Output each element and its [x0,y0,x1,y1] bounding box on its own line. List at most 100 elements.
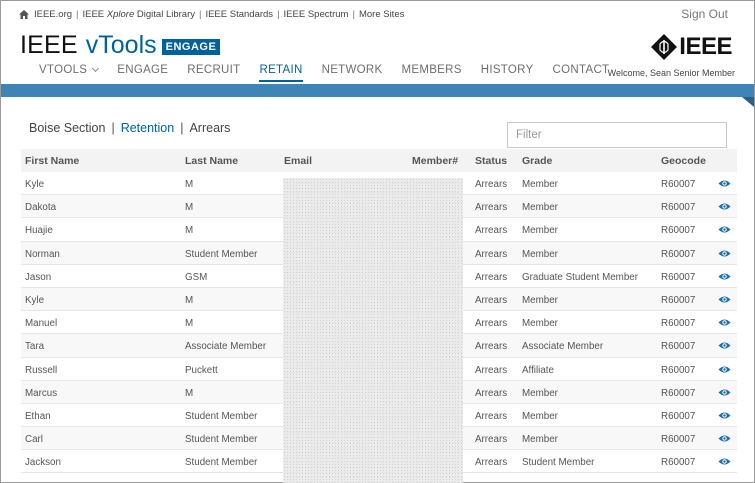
last-name-cell: Student Member [185,410,258,422]
separator: | [76,9,79,20]
view-eye-icon[interactable] [718,457,731,466]
status-cell: Arrears [475,341,508,353]
status-cell: Arrears [475,457,508,469]
view-eye-icon[interactable] [718,341,731,350]
home-icon[interactable] [19,10,29,19]
brand-ieee: IEEE [20,31,78,59]
nav-contact[interactable]: CONTACT [553,64,610,82]
grade-cell: Member [522,248,558,260]
last-name-cell: Student Member [185,457,258,469]
grade-cell: Member [522,434,558,446]
grade-cell: Graduate Student Member [522,271,638,283]
breadcrumb: Boise Section | Retention | Arrears [29,121,230,135]
ieee-logo[interactable]: IEEE [651,33,732,61]
main-nav: VTOOLS ENGAGE RECRUIT RETAIN NETWORK MEM… [39,64,628,82]
status-cell: Arrears [475,225,508,237]
col-first-name[interactable]: First Name [25,155,79,167]
geocode-cell: R60007 [661,202,696,214]
first-name-cell: Kyle [25,294,45,306]
last-name-cell: Associate Member [185,341,267,353]
first-name-cell: Jackson [25,457,61,469]
view-eye-icon[interactable] [718,225,731,234]
first-name-cell: Huajie [25,225,53,237]
xplore-prefix: IEEE [82,9,107,20]
col-last-name[interactable]: Last Name [185,155,238,167]
view-eye-icon[interactable] [718,179,731,188]
last-name-cell: Puckett [185,364,218,376]
geocode-cell: R60007 [661,179,696,190]
last-name-cell: M [185,225,194,237]
view-eye-icon[interactable] [718,272,731,281]
status-cell: Arrears [475,294,508,306]
grade-cell: Member [522,225,558,237]
last-name-cell: Student Member [185,434,258,446]
grade-cell: Member [522,202,558,214]
last-name-cell: M [185,318,194,330]
table-header: First Name Last Name Email Member# Statu… [21,149,737,172]
vtools-brand[interactable]: IEEE vTools ENGAGE [20,31,221,60]
nav-vtools[interactable]: VTOOLS [39,64,100,82]
nav-network[interactable]: NETWORK [322,64,383,82]
ieee-wordmark: IEEE [679,33,732,60]
view-eye-icon[interactable] [718,249,731,258]
last-name-cell: Student Member [185,248,258,260]
geocode-cell: R60007 [661,225,696,237]
nav-retain[interactable]: RETAIN [259,64,303,82]
first-name-cell: Carl [25,434,43,446]
status-cell: Arrears [475,364,508,376]
brand-vtools: vTools [85,31,157,59]
view-eye-icon[interactable] [718,318,731,327]
view-eye-icon[interactable] [718,202,731,211]
status-cell: Arrears [475,318,508,330]
separator: | [111,121,115,135]
breadcrumb-section[interactable]: Boise Section [29,121,105,135]
geocode-cell: R60007 [661,434,696,446]
status-cell: Arrears [475,271,508,283]
link-xplore[interactable]: IEEE Xplore Digital Library [83,9,195,20]
geocode-cell: R60007 [661,248,696,260]
separator: | [352,9,355,20]
link-more-sites[interactable]: More Sites [359,9,404,20]
grade-cell: Member [522,179,558,190]
first-name-cell: Jason [25,271,52,283]
nav-engage[interactable]: ENGAGE [117,64,168,82]
status-cell: Arrears [475,202,508,214]
col-status[interactable]: Status [475,155,507,167]
grade-cell: Affiliate [522,364,554,376]
view-eye-icon[interactable] [718,434,731,443]
view-eye-icon[interactable] [718,295,731,304]
xplore-italic: Xplore [106,9,135,20]
grade-cell: Member [522,387,558,399]
col-member-number[interactable]: Member# [412,155,458,167]
filter-input[interactable] [507,122,727,148]
status-cell: Arrears [475,410,508,422]
xplore-suffix: Digital Library [134,9,195,20]
chevron-down-icon [92,64,100,73]
col-grade[interactable]: Grade [522,155,552,167]
grade-cell: Associate Member [522,341,604,353]
breadcrumb-retention[interactable]: Retention [121,121,175,135]
link-standards[interactable]: IEEE Standards [205,9,273,20]
col-geocode[interactable]: Geocode [661,155,706,167]
grade-cell: Member [522,294,558,306]
geocode-cell: R60007 [661,457,696,469]
separator: | [180,121,184,135]
geocode-cell: R60007 [661,387,696,399]
first-name-cell: Norman [25,248,60,260]
view-eye-icon[interactable] [718,388,731,397]
redacted-email-region [283,178,463,483]
last-name-cell: M [185,202,194,214]
nav-members[interactable]: MEMBERS [401,64,461,82]
geocode-cell: R60007 [661,341,696,353]
sign-out-link[interactable]: Sign Out [681,7,728,21]
link-spectrum[interactable]: IEEE Spectrum [284,9,349,20]
nav-recruit[interactable]: RECRUIT [187,64,240,82]
separator: | [277,9,280,20]
link-ieee-org[interactable]: IEEE.org [34,9,72,20]
col-email[interactable]: Email [284,155,312,167]
engage-badge: ENGAGE [161,39,221,55]
view-eye-icon[interactable] [718,365,731,374]
nav-history[interactable]: HISTORY [481,64,534,82]
utility-bar: IEEE.org | IEEE Xplore Digital Library |… [1,1,754,26]
view-eye-icon[interactable] [718,411,731,420]
